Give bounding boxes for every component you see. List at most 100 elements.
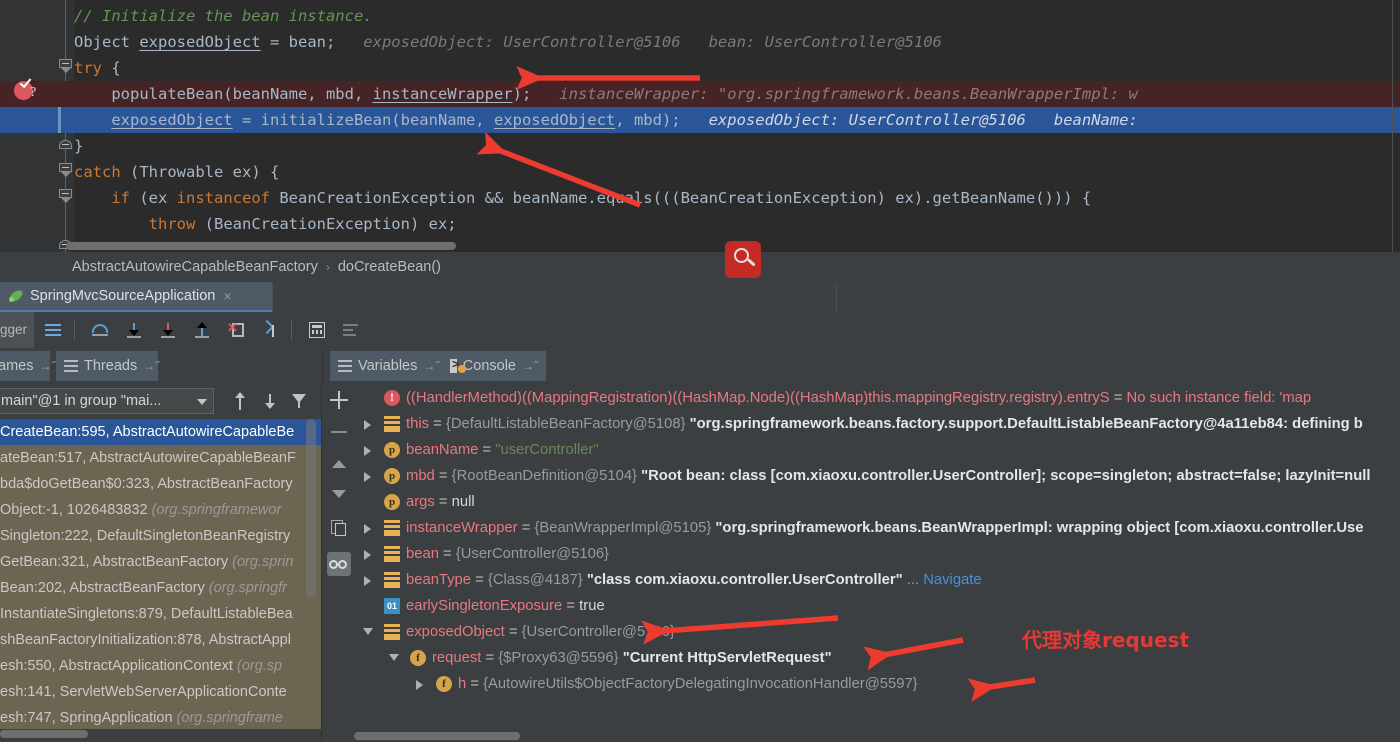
breadcrumb[interactable]: AbstractAutowireCapableBeanFactory › doC… — [0, 252, 1400, 282]
show-execution-point-button[interactable] — [38, 315, 68, 345]
frames-panel[interactable]: main"@1 in group "mai... CreateBean:595,… — [0, 384, 322, 742]
code-line[interactable]: exposedObject = initializeBean(beanName,… — [74, 107, 1400, 133]
expand-triangle-icon[interactable] — [364, 446, 371, 456]
step-into-button[interactable] — [119, 315, 149, 345]
tab-variables[interactable]: Variables →˝ — [330, 351, 442, 381]
remove-watch-button[interactable] — [327, 420, 351, 444]
code-line[interactable]: populateBean(beanName, mbd, instanceWrap… — [74, 81, 1400, 107]
variables-panel[interactable]: ! ((HandlerMethod)((MappingRegistration)(… — [356, 384, 1400, 742]
run-to-cursor-button[interactable] — [255, 315, 285, 345]
fold-marker-end[interactable] — [59, 140, 73, 153]
variable-text-part: request — [432, 650, 482, 666]
variable-row[interactable]: exposedObject = {UserController@5106} — [356, 619, 1400, 645]
step-over-button[interactable] — [85, 315, 115, 345]
frames-filter-button[interactable] — [288, 390, 312, 412]
frame-row[interactable]: esh:141, ServletWebServerApplicationCont… — [0, 679, 322, 705]
code-line[interactable]: // Initialize the bean instance. — [74, 3, 1400, 29]
frame-row[interactable]: esh:747, SpringApplication (org.springfr… — [0, 705, 322, 729]
variable-row[interactable]: p args = null — [356, 489, 1400, 515]
move-down-button[interactable] — [327, 482, 351, 506]
frames-up-button[interactable] — [228, 390, 252, 412]
tab-console[interactable]: Console →˝ — [442, 351, 546, 381]
thread-selector-combo[interactable]: main"@1 in group "mai... — [0, 388, 214, 414]
layout-settings-button[interactable] — [336, 315, 366, 345]
collapse-triangle-icon[interactable] — [363, 628, 373, 635]
breadcrumb-item-method[interactable]: doCreateBean() — [338, 259, 441, 275]
variables-horizontal-scrollbar[interactable] — [354, 732, 520, 740]
code-line[interactable]: } — [74, 133, 1400, 159]
tab-frames[interactable]: ames →˝ — [0, 351, 55, 381]
frame-row[interactable]: Singleton:222, DefaultSingletonBeanRegis… — [0, 523, 322, 549]
debug-sub-tab-bar[interactable]: ames →˝ Threads →˝ Variables →˝ Console … — [0, 348, 1400, 384]
variable-row[interactable]: this = {DefaultListableBeanFactory@5108}… — [356, 411, 1400, 437]
drop-frame-button[interactable]: ✕ — [221, 315, 251, 345]
fold-marker-try[interactable] — [59, 59, 73, 73]
expand-triangle-icon[interactable] — [364, 524, 371, 534]
force-step-into-button[interactable] — [153, 315, 183, 345]
frame-row[interactable]: shBeanFactoryInitialization:878, Abstrac… — [0, 627, 322, 653]
editor-horizontal-scrollbar[interactable] — [66, 242, 456, 250]
step-into-icon — [125, 321, 143, 339]
variable-label: mbd = {RootBeanDefinition@5104} "Root be… — [406, 463, 1370, 489]
code-line[interactable]: try { — [74, 55, 1400, 81]
variable-text-part: = — [429, 416, 446, 432]
close-icon[interactable]: × — [223, 288, 231, 304]
variable-row[interactable]: bean = {UserController@5106} — [356, 541, 1400, 567]
frame-row[interactable]: bda$doGetBean$0:323, AbstractBeanFactory — [0, 471, 322, 497]
debugger-toolbar[interactable]: gger ✕ — [0, 312, 1400, 348]
search-magnifier-icon[interactable] — [725, 241, 761, 278]
frame-row[interactable]: ateBean:517, AbstractAutowireCapableBean… — [0, 445, 322, 471]
expand-triangle-icon[interactable] — [364, 472, 371, 482]
list-icon — [338, 360, 352, 372]
variables-toolbar[interactable] — [322, 384, 356, 742]
pin-icon[interactable]: →˝ — [143, 359, 159, 373]
variable-row[interactable]: fh = {AutowireUtils$ObjectFactoryDelegat… — [356, 671, 1400, 697]
frames-vertical-scrollbar[interactable] — [306, 419, 316, 597]
step-out-button[interactable] — [187, 315, 217, 345]
run-tab-bar[interactable]: SpringMvcSourceApplication × — [0, 282, 1400, 312]
code-line[interactable]: throw (BeanCreationException) ex; — [74, 211, 1400, 237]
expand-triangle-icon[interactable] — [364, 550, 371, 560]
frames-horizontal-scrollbar[interactable] — [0, 730, 88, 738]
code-line[interactable]: Object exposedObject = bean; exposedObje… — [74, 29, 1400, 55]
variable-row[interactable]: f request = {$Proxy63@5596} "Current Http… — [356, 645, 1400, 671]
variable-row[interactable]: instanceWrapper = {BeanWrapperImpl@5105}… — [356, 515, 1400, 541]
pin-icon[interactable]: →˝ — [423, 359, 439, 373]
variable-row[interactable]: p beanName = "userController" — [356, 437, 1400, 463]
frame-row[interactable]: Object:-1, 1026483832 (org.springframewo… — [0, 497, 322, 523]
breadcrumb-item-class[interactable]: AbstractAutowireCapableBeanFactory — [72, 259, 318, 275]
code-line[interactable]: if (ex instanceof BeanCreationException … — [74, 185, 1400, 211]
frames-down-button[interactable] — [258, 390, 282, 412]
code-line[interactable]: catch (Throwable ex) { — [74, 159, 1400, 185]
fold-marker-if[interactable] — [59, 189, 73, 203]
frame-row[interactable]: esh:550, AbstractApplicationContext (org… — [0, 653, 322, 679]
breakpoint-check-question-icon[interactable]: ? — [14, 75, 42, 106]
frame-row[interactable]: CreateBean:595, AbstractAutowireCapableB… — [0, 419, 322, 445]
expand-triangle-icon[interactable] — [364, 576, 371, 586]
variable-text-part: "userController" — [495, 442, 599, 458]
variable-row[interactable]: 01 earlySingletonExposure = true — [356, 593, 1400, 619]
frame-row[interactable]: Bean:202, AbstractBeanFactory (org.sprin… — [0, 575, 322, 601]
code-lines[interactable]: // Initialize the bean instance. Object e… — [74, 0, 1400, 252]
tab-variables-label: Variables — [358, 358, 418, 374]
tab-threads[interactable]: Threads →˝ — [56, 351, 159, 381]
variable-row[interactable]: p mbd = {RootBeanDefinition@5104} "Root b… — [356, 463, 1400, 489]
frame-row[interactable]: InstantiateSingletons:879, DefaultListab… — [0, 601, 322, 627]
move-up-button[interactable] — [327, 452, 351, 476]
evaluate-expression-button[interactable] — [302, 315, 332, 345]
frame-row[interactable]: GetBean:321, AbstractBeanFactory (org.sp… — [0, 549, 322, 575]
watches-toggle-button[interactable] — [327, 552, 351, 576]
expand-triangle-icon[interactable] — [364, 420, 371, 430]
variable-row[interactable]: beanType = {Class@4187} "class com.xiaox… — [356, 567, 1400, 593]
collapse-triangle-icon[interactable] — [389, 654, 399, 661]
frame-row-label: GetBean:321, AbstractBeanFactory — [0, 554, 233, 570]
pin-icon[interactable]: →˝ — [522, 359, 538, 373]
pin-icon[interactable]: →˝ — [39, 359, 55, 373]
variable-row[interactable]: ! ((HandlerMethod)((MappingRegistration)(… — [356, 385, 1400, 411]
copy-value-button[interactable] — [327, 516, 351, 540]
expand-triangle-icon[interactable] — [416, 680, 423, 690]
fold-marker-catch[interactable] — [59, 163, 73, 177]
code-editor[interactable]: ? // Initialize the bean instance. Object… — [0, 0, 1400, 252]
add-watch-button[interactable] — [327, 388, 351, 412]
run-tab-springmvcsourceapplication[interactable]: SpringMvcSourceApplication × — [0, 282, 272, 312]
